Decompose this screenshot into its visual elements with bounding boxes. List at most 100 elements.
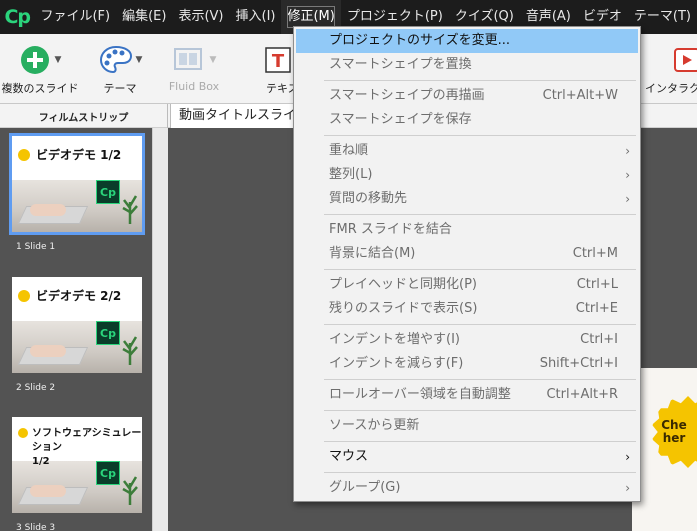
menu-item-label: 質問の移動先 <box>329 191 408 206</box>
menu-item-label: プロジェクトのサイズを変更... <box>329 33 511 48</box>
bullet-dot-icon <box>18 149 30 161</box>
text-icon: T <box>265 47 291 73</box>
submenu-arrow-icon: › <box>625 168 630 182</box>
menu-shortcut: Ctrl+I <box>580 332 618 347</box>
menu-item-mouse[interactable]: マウス › <box>294 445 640 469</box>
slide-title-line1: ソフトウェアシミュレーション <box>32 428 142 453</box>
captivate-logo-icon: Cp <box>4 6 31 28</box>
bullet-dot-icon <box>18 428 28 438</box>
slide-canvas[interactable]: Che her <box>632 368 697 531</box>
bullet-dot-icon <box>18 290 30 302</box>
menu-item-decrease-indent[interactable]: インデントを減らす(F) Shift+Ctrl+I <box>294 352 640 376</box>
slide-title: ビデオデモ 2/2 <box>36 289 122 303</box>
menu-item-label: 整列(L) <box>329 167 373 182</box>
slide-label: 2 Slide 2 <box>16 383 56 393</box>
menu-item-move-question[interactable]: 質問の移動先 › <box>294 187 640 211</box>
menu-item-arrange[interactable]: 重ね順 › <box>294 139 640 163</box>
tab-slide-title[interactable]: 動画タイトルスライド <box>170 104 300 146</box>
menu-separator <box>324 379 636 380</box>
menu-item-label: 残りのスライドで表示(S) <box>329 301 478 316</box>
menu-shortcut: Ctrl+Alt+W <box>542 88 618 103</box>
menu-item-label: スマートシェイプを置換 <box>329 57 472 72</box>
submenu-arrow-icon: › <box>625 192 630 206</box>
menu-shortcut: Ctrl+L <box>576 277 618 292</box>
captivate-badge-icon: Cp <box>96 180 120 204</box>
menu-item-sync-playhead[interactable]: プレイヘッドと同期化(P) Ctrl+L <box>294 273 640 297</box>
submenu-arrow-icon: › <box>625 144 630 158</box>
menu-item-label: インデントを増やす(I) <box>329 332 460 347</box>
slide-thumbnail-3[interactable]: ソフトウェアシミュレーション 1/2 Cp <box>12 417 142 513</box>
captivate-badge-icon: Cp <box>96 321 120 345</box>
menu-shortcut: Shift+Ctrl+I <box>539 356 618 371</box>
slide-label: 1 Slide 1 <box>16 242 56 252</box>
text-button[interactable]: T テキスト <box>258 34 298 104</box>
add-slide-icon <box>20 46 49 74</box>
slide-photo <box>12 321 142 373</box>
menu-item-label: グループ(G) <box>329 480 401 495</box>
menu-shortcut: Ctrl+E <box>575 301 618 316</box>
plant-icon <box>122 195 138 224</box>
menu-edit[interactable]: 編集(E) <box>116 0 172 34</box>
menu-item-replace-smart-shape[interactable]: スマートシェイプを置換 <box>294 53 640 77</box>
interactive-video-icon <box>674 48 697 72</box>
svg-text:T: T <box>272 51 285 72</box>
menu-item-merge-background[interactable]: 背景に結合(M) Ctrl+M <box>294 242 640 266</box>
menu-item-label: 背景に結合(M) <box>329 246 416 261</box>
chevron-down-icon: ▼ <box>209 55 217 65</box>
fluid-box-icon <box>173 48 202 70</box>
menu-item-group[interactable]: グループ(G) › <box>294 476 640 500</box>
menu-item-label: ソースから更新 <box>329 418 420 433</box>
menu-item-label: スマートシェイプを保存 <box>329 112 472 127</box>
slide-thumbnail-1[interactable]: ビデオデモ 1/2 Cp <box>9 133 145 235</box>
menu-item-align[interactable]: 整列(L) › <box>294 163 640 187</box>
slide-title: ビデオデモ 1/2 <box>36 148 122 162</box>
slide-label: 3 Slide 3 <box>16 523 56 531</box>
submenu-arrow-icon: › <box>625 450 630 464</box>
filmstrip-scrollbar[interactable] <box>152 128 168 531</box>
menu-item-label: ロールオーバー領域を自動調整 <box>329 387 511 402</box>
menu-separator <box>324 135 636 136</box>
slide-photo <box>12 180 142 232</box>
theme-label: テーマ <box>103 82 137 95</box>
fluid-box-button[interactable]: ▼ Fluid Box <box>163 34 225 104</box>
slide-title-line2: 1/2 <box>32 456 50 467</box>
menu-item-redraw-smart-shape[interactable]: スマートシェイプの再描画 Ctrl+Alt+W <box>294 84 640 108</box>
menu-item-label: マウス <box>329 449 369 464</box>
submenu-arrow-icon: › <box>625 481 630 495</box>
interactive-label: インタラクティ <box>645 82 697 95</box>
menu-separator <box>324 269 636 270</box>
menu-item-save-smart-shape[interactable]: スマートシェイプを保存 <box>294 108 640 132</box>
filmstrip-header: フィルムストリップ <box>0 104 168 128</box>
captivate-badge-icon: Cp <box>96 461 120 485</box>
multi-slide-button[interactable]: ▼ 複数のスライド <box>0 34 80 104</box>
menu-separator <box>324 324 636 325</box>
menu-view[interactable]: 表示(V) <box>172 0 229 34</box>
filmstrip-panel: ビデオデモ 1/2 Cp 1 Slide 1 ビデオデモ 2/2 Cp 2 Sl… <box>0 128 152 531</box>
menu-separator <box>324 410 636 411</box>
menu-separator <box>324 80 636 81</box>
menu-shortcut: Ctrl+Alt+R <box>546 387 618 402</box>
menu-item-label: スマートシェイプの再描画 <box>329 88 485 103</box>
interactive-button[interactable]: インタラクティ <box>641 34 697 104</box>
palette-icon <box>99 45 132 74</box>
fluid-box-label: Fluid Box <box>168 80 220 93</box>
chevron-down-icon: ▼ <box>135 55 143 65</box>
menu-item-label: プレイヘッドと同期化(P) <box>329 277 477 292</box>
menu-item-show-rest-of-slides[interactable]: 残りのスライドで表示(S) Ctrl+E <box>294 297 640 321</box>
menu-item-update-from-source[interactable]: ソースから更新 <box>294 414 640 438</box>
menu-file[interactable]: ファイル(F) <box>34 0 116 34</box>
menu-item-label: 重ね順 <box>329 143 369 158</box>
menu-item-merge-fmr-slides[interactable]: FMR スライドを結合 <box>294 218 640 242</box>
menu-item-autofit-rollover[interactable]: ロールオーバー領域を自動調整 Ctrl+Alt+R <box>294 383 640 407</box>
menu-insert[interactable]: 挿入(I) <box>230 0 282 34</box>
modify-menu-dropdown: プロジェクトのサイズを変更... スマートシェイプを置換 スマートシェイプの再描… <box>293 26 641 502</box>
chevron-down-icon: ▼ <box>54 55 62 65</box>
menu-item-resize-project[interactable]: プロジェクトのサイズを変更... <box>296 29 638 53</box>
seal-text-line2: her <box>662 431 686 445</box>
menu-shortcut: Ctrl+M <box>572 246 618 261</box>
slide-thumbnail-2[interactable]: ビデオデモ 2/2 Cp <box>12 277 142 373</box>
seal-badge-icon: Che her <box>652 396 697 468</box>
menu-item-increase-indent[interactable]: インデントを増やす(I) Ctrl+I <box>294 328 640 352</box>
theme-button[interactable]: ▼ テーマ <box>90 34 150 104</box>
plant-icon <box>122 476 138 505</box>
